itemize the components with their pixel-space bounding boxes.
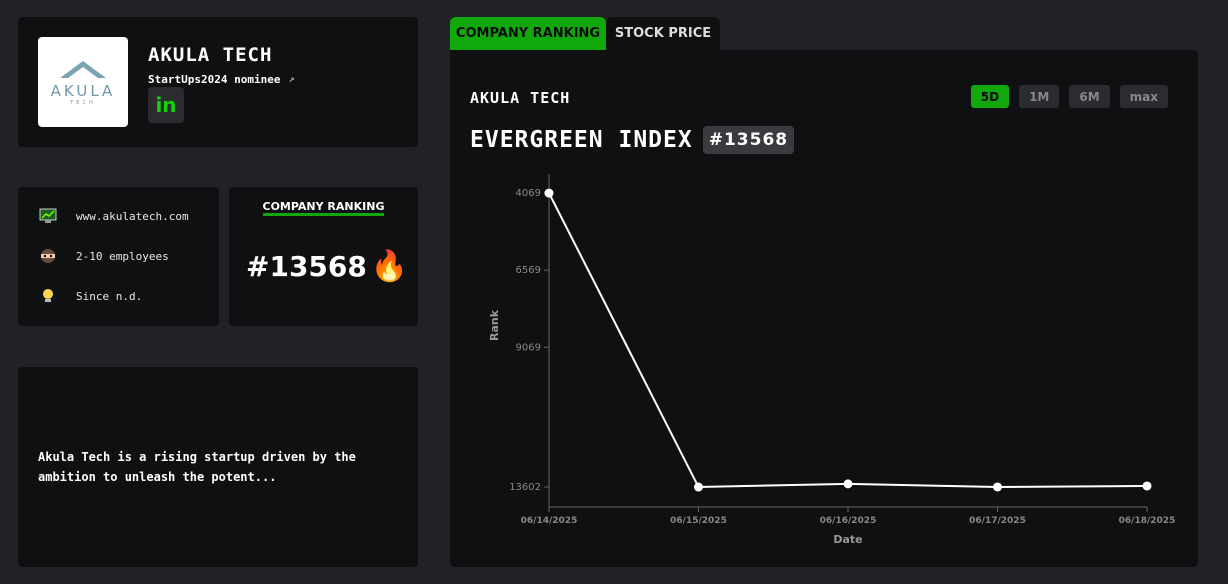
ranking-title: COMPANY RANKING	[229, 200, 418, 216]
employees-row: 2-10 employees	[38, 247, 169, 265]
logo-word: AKULA	[50, 82, 116, 100]
fire-icon: 🔥	[370, 249, 409, 284]
description-text: Akula Tech is a rising startup driven by…	[38, 450, 356, 484]
series-line	[548, 192, 1148, 489]
x-tick-label: 06/14/2025	[521, 516, 578, 526]
x-tick-label: 06/15/2025	[670, 516, 727, 526]
company-name: AKULA TECH	[148, 44, 273, 66]
lightbulb-icon	[38, 287, 58, 305]
company-logo: AKULA TECH	[38, 37, 128, 127]
ranking-value: #13568	[246, 250, 367, 283]
y-tick-label: 4069	[516, 188, 541, 199]
logo-wing-icon	[60, 61, 106, 78]
y-tick-label: 9069	[516, 342, 541, 353]
data-point	[843, 479, 853, 489]
x-axis-label: Date	[833, 533, 862, 546]
employees-text: 2-10 employees	[76, 249, 169, 263]
x-tick-label: 06/16/2025	[820, 516, 877, 526]
website-row[interactable]: www.akulatech.com	[38, 207, 189, 225]
data-point	[544, 188, 554, 198]
y-tick-label: 6569	[516, 265, 541, 276]
data-point	[694, 482, 703, 492]
since-row: Since n.d.	[38, 287, 142, 305]
ranking-value-row: #13568 🔥	[246, 249, 408, 284]
x-tick-label: 06/18/2025	[1119, 516, 1176, 526]
website-link[interactable]: www.akulatech.com	[76, 210, 189, 223]
y-axis-label: Rank	[488, 309, 501, 341]
company-profile-card: AKULA TECH AKULA TECH StartUps2024 nomin…	[18, 17, 418, 147]
rank-line-chart: 4069 6569 9069 13602 06/14/2025 06/15/2025 06/…	[488, 174, 1176, 546]
company-ranking-card: COMPANY RANKING #13568 🔥	[229, 187, 418, 326]
chart-panel: AKULA TECH EVERGREEN INDEX #13568 5D 1M …	[450, 50, 1198, 567]
chart-monitor-icon	[38, 207, 58, 225]
linkedin-button[interactable]: in	[148, 87, 184, 123]
tab-stock-price[interactable]: STOCK PRICE	[606, 17, 720, 50]
nominee-link[interactable]: StartUps2024 nominee ↗	[148, 73, 294, 86]
tab-company-ranking[interactable]: COMPANY RANKING	[450, 17, 606, 50]
since-text: Since n.d.	[76, 289, 143, 303]
ninja-icon	[38, 247, 58, 265]
company-info-card: www.akulatech.com 2-10 employees Since n…	[18, 187, 219, 326]
y-tick-label: 13602	[509, 482, 541, 493]
logo-sub: TECH	[70, 100, 96, 106]
data-point	[1142, 481, 1152, 491]
x-tick-label: 06/17/2025	[969, 516, 1026, 526]
nominee-label: StartUps2024 nominee	[148, 73, 281, 86]
external-link-icon: ↗	[288, 74, 295, 85]
description-card: Akula Tech is a rising startup driven by…	[18, 367, 418, 567]
data-point	[993, 482, 1002, 492]
